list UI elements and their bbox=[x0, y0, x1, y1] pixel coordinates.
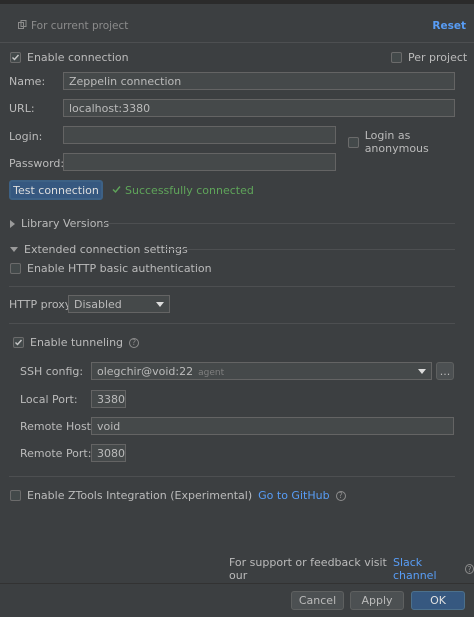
http-proxy-select[interactable]: Disabled bbox=[68, 295, 170, 313]
remote-port-input[interactable]: 3080 bbox=[91, 444, 126, 462]
remote-host-label: Remote Host: bbox=[20, 420, 95, 433]
reset-link[interactable]: Reset bbox=[432, 20, 466, 32]
cancel-button[interactable]: Cancel bbox=[291, 591, 344, 610]
library-versions-toggle[interactable]: Library Versions bbox=[10, 217, 109, 230]
connection-status: Successfully connected bbox=[112, 184, 254, 197]
checkbox-box[interactable] bbox=[10, 490, 21, 501]
http-auth-checkbox[interactable]: Enable HTTP basic authentication bbox=[10, 262, 212, 275]
ztools-checkbox[interactable]: Enable ZTools Integration (Experimental)… bbox=[10, 489, 346, 502]
http-auth-label: Enable HTTP basic authentication bbox=[27, 262, 212, 275]
divider bbox=[9, 286, 455, 287]
support-footer: For support or feedback visit our Slack … bbox=[229, 556, 474, 582]
slack-channel-link[interactable]: Slack channel bbox=[393, 556, 461, 582]
local-port-label: Local Port: bbox=[20, 393, 78, 406]
login-anonymous-checkbox[interactable]: Login as anonymous bbox=[348, 129, 474, 155]
ssh-config-value: olegchir@void:22 bbox=[97, 364, 194, 378]
ssh-config-label: SSH config: bbox=[20, 365, 84, 378]
checkbox-box[interactable] bbox=[348, 136, 359, 148]
tunneling-checkbox[interactable]: Enable tunneling ? bbox=[13, 336, 140, 349]
top-strip bbox=[0, 0, 474, 4]
login-label: Login: bbox=[9, 130, 43, 143]
github-link[interactable]: Go to GitHub bbox=[258, 489, 329, 502]
dropdown-arrow-icon bbox=[418, 368, 426, 374]
library-versions-label: Library Versions bbox=[21, 217, 110, 230]
tunneling-label: Enable tunneling bbox=[30, 336, 124, 349]
per-project-label: Per project bbox=[408, 51, 468, 64]
copy-icon bbox=[18, 20, 27, 32]
scope-header: For current project bbox=[18, 20, 128, 32]
help-icon[interactable]: ? bbox=[464, 564, 474, 574]
checkbox-box[interactable] bbox=[10, 263, 21, 274]
status-text: Successfully connected bbox=[125, 184, 254, 197]
name-input[interactable]: Zeppelin connection bbox=[63, 72, 455, 90]
login-anonymous-label: Login as anonymous bbox=[364, 129, 429, 155]
password-input[interactable] bbox=[63, 153, 336, 171]
check-icon bbox=[12, 54, 20, 61]
checkbox-box[interactable] bbox=[10, 52, 21, 63]
divider bbox=[0, 42, 474, 43]
chevron-down-icon bbox=[10, 247, 18, 252]
scope-label: For current project bbox=[31, 20, 129, 32]
divider bbox=[9, 323, 455, 324]
ssh-config-browse-button[interactable]: ... bbox=[436, 362, 454, 380]
checkbox-box[interactable] bbox=[391, 52, 402, 63]
url-input[interactable]: localhost:3380 bbox=[63, 99, 455, 117]
divider bbox=[102, 223, 455, 224]
help-icon[interactable]: ? bbox=[129, 337, 140, 348]
apply-button[interactable]: Apply bbox=[350, 591, 404, 610]
chevron-right-icon bbox=[10, 219, 15, 228]
ssh-config-value-group: olegchir@void:22 agent bbox=[97, 365, 224, 378]
ssh-config-select[interactable]: olegchir@void:22 agent bbox=[91, 362, 432, 380]
login-input[interactable] bbox=[63, 126, 336, 144]
checkbox-box[interactable] bbox=[13, 337, 24, 348]
http-proxy-label: HTTP proxy bbox=[9, 298, 72, 311]
http-proxy-value: Disabled bbox=[74, 297, 122, 311]
divider bbox=[164, 249, 455, 250]
check-icon bbox=[112, 184, 121, 197]
support-text: For support or feedback visit our bbox=[229, 556, 387, 582]
ztools-label: Enable ZTools Integration (Experimental) bbox=[27, 489, 253, 502]
enable-connection-label: Enable connection bbox=[27, 51, 129, 64]
password-label: Password: bbox=[9, 157, 65, 170]
extended-settings-toggle[interactable]: Extended connection settings bbox=[10, 243, 188, 256]
ok-button[interactable]: OK bbox=[411, 591, 465, 610]
divider bbox=[9, 476, 455, 477]
local-port-input[interactable]: 3380 bbox=[91, 390, 126, 408]
remote-port-label: Remote Port: bbox=[20, 447, 92, 460]
test-connection-button[interactable]: Test connection bbox=[9, 180, 103, 200]
per-project-checkbox[interactable]: Per project bbox=[391, 51, 467, 64]
dropdown-arrow-icon bbox=[156, 301, 164, 307]
help-icon[interactable]: ? bbox=[335, 490, 346, 501]
enable-connection-checkbox[interactable]: Enable connection bbox=[10, 51, 129, 64]
ssh-agent-tag: agent bbox=[198, 367, 225, 378]
check-icon bbox=[15, 339, 23, 346]
url-label: URL: bbox=[9, 102, 35, 115]
name-label: Name: bbox=[9, 75, 46, 88]
remote-host-input[interactable]: void bbox=[91, 417, 454, 435]
